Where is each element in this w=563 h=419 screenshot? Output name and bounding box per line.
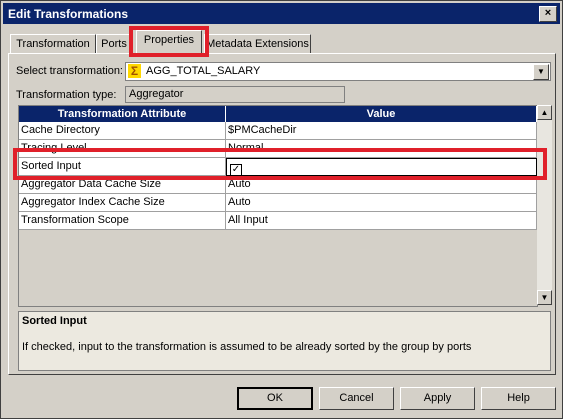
value-cell[interactable]: Auto (226, 194, 537, 212)
value-cell[interactable]: Auto (226, 176, 537, 194)
transformation-type-value: Aggregator (129, 88, 184, 100)
table-row[interactable]: Transformation Scope All Input (19, 212, 537, 230)
help-button[interactable]: Help (481, 387, 556, 410)
attribute-cell: Aggregator Data Cache Size (19, 176, 226, 194)
value-cell[interactable]: ✓ (226, 158, 537, 176)
apply-button[interactable]: Apply (400, 387, 475, 410)
column-header-value[interactable]: Value (226, 106, 537, 122)
tab-properties[interactable]: Properties (136, 30, 202, 54)
grid-scrollbar[interactable]: ▲ ▼ (537, 105, 552, 305)
sigma-icon: Σ (128, 64, 141, 78)
window-title: Edit Transformations (8, 7, 129, 21)
column-header-attribute[interactable]: Transformation Attribute (19, 106, 226, 122)
ok-button[interactable]: OK (237, 387, 313, 410)
select-transformation-dropdown[interactable]: Σ AGG_TOTAL_SALARY ▼ (125, 62, 551, 81)
description-panel: Sorted Input If checked, input to the tr… (18, 311, 551, 371)
selected-transformation: AGG_TOTAL_SALARY (146, 65, 261, 77)
value-cell[interactable]: Normal (226, 140, 537, 158)
table-row[interactable]: Aggregator Data Cache Size Auto (19, 176, 537, 194)
table-row-sorted-input[interactable]: Sorted Input ✓ (19, 158, 537, 176)
close-button[interactable]: × (539, 6, 557, 22)
edit-transformations-dialog: Edit Transformations × Transformation Po… (0, 0, 563, 419)
attribute-cell: Cache Directory (19, 122, 226, 140)
attribute-cell: Tracing Level (19, 140, 226, 158)
close-icon: × (544, 7, 552, 19)
table-row[interactable]: Tracing Level Normal (19, 140, 537, 158)
attribute-cell: Transformation Scope (19, 212, 226, 230)
attribute-cell: Sorted Input (19, 158, 226, 176)
tab-label: Metadata Extensions (206, 38, 309, 50)
tab-label: Ports (101, 38, 127, 50)
attributes-grid: Transformation Attribute Value Cache Dir… (18, 105, 538, 307)
tab-label: Properties (143, 34, 195, 46)
transformation-type-field: Aggregator (125, 86, 345, 103)
value-cell[interactable]: All Input (226, 212, 537, 230)
chevron-down-icon[interactable]: ▼ (533, 64, 549, 80)
select-transformation-label: Select transformation: (16, 65, 123, 77)
scroll-up-icon[interactable]: ▲ (537, 105, 552, 120)
cancel-button[interactable]: Cancel (319, 387, 394, 410)
tab-transformation[interactable]: Transformation (10, 34, 96, 54)
description-title: Sorted Input (22, 315, 87, 327)
tab-label: Transformation (16, 38, 90, 50)
sorted-input-checkbox[interactable]: ✓ (230, 164, 242, 175)
title-bar[interactable]: Edit Transformations × (3, 3, 560, 24)
tab-ports[interactable]: Ports (96, 34, 132, 54)
transformation-type-label: Transformation type: (16, 89, 117, 101)
tab-metadata-extensions[interactable]: Metadata Extensions (204, 34, 311, 54)
description-text: If checked, input to the transformation … (22, 341, 472, 353)
table-row[interactable]: Cache Directory $PMCacheDir (19, 122, 537, 140)
table-row[interactable]: Aggregator Index Cache Size Auto (19, 194, 537, 212)
value-cell[interactable]: $PMCacheDir (226, 122, 537, 140)
scroll-down-icon[interactable]: ▼ (537, 290, 552, 305)
attribute-cell: Aggregator Index Cache Size (19, 194, 226, 212)
